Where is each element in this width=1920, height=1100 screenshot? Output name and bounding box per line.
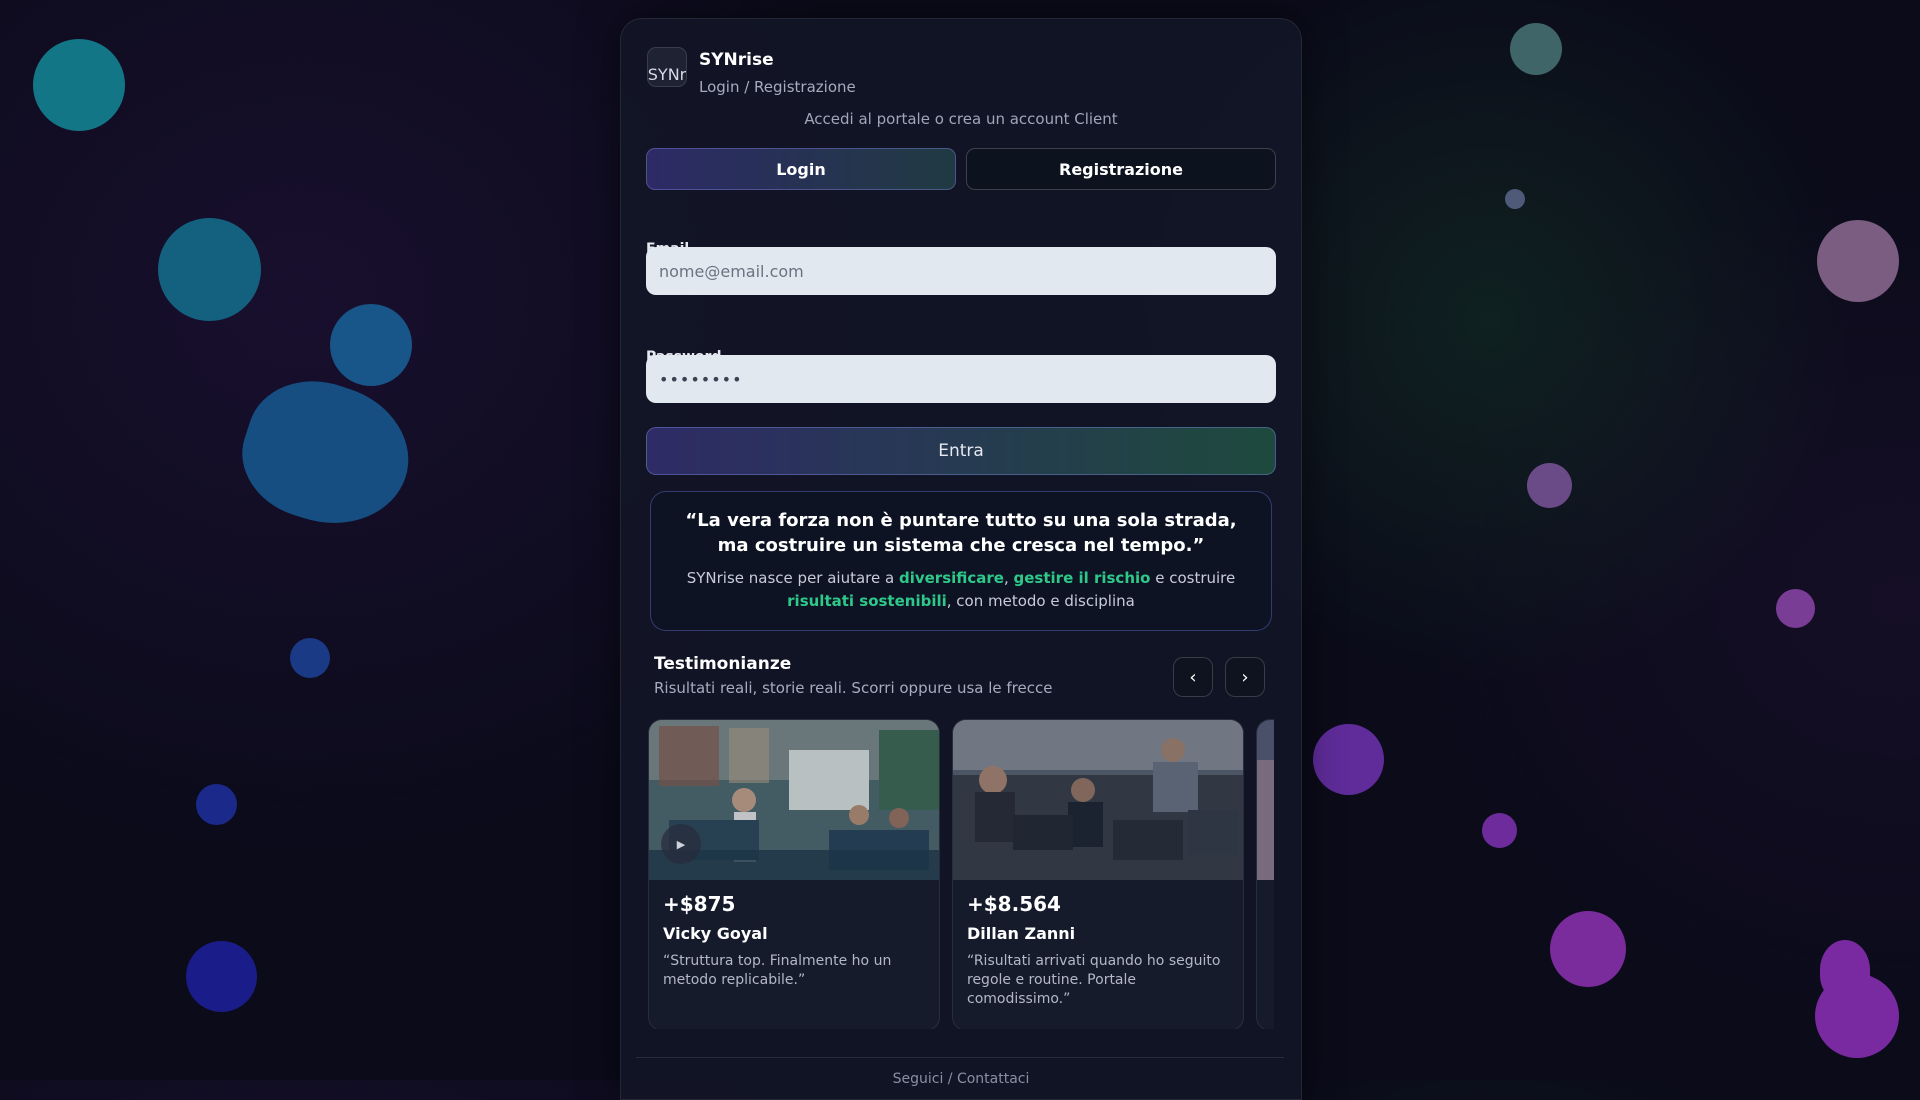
- decorative-blob: [1482, 813, 1517, 848]
- testimonial-image: [953, 720, 1243, 880]
- decorative-blob: [196, 784, 237, 825]
- quote-text: “La vera forza non è puntare tutto su un…: [685, 510, 1237, 556]
- testimonial-name: Vicky Goyal: [663, 924, 768, 943]
- email-field[interactable]: nome@email.com: [646, 247, 1276, 295]
- carousel-next-button[interactable]: ›: [1225, 657, 1265, 697]
- brand-subtitle: Login / Registrazione: [699, 78, 856, 96]
- email-placeholder: nome@email.com: [659, 261, 804, 281]
- footer-divider: [636, 1057, 1284, 1058]
- testimonial-amount: +$875: [663, 892, 736, 916]
- logo-alt-text: SYNr: [647, 65, 687, 84]
- quote-sep: ,: [1003, 569, 1014, 587]
- chevron-left-icon: ‹: [1189, 666, 1197, 688]
- decorative-blob: [330, 304, 412, 386]
- highlight-gestire-rischio: gestire il rischio: [1013, 569, 1151, 587]
- decorative-blob: [1820, 940, 1870, 1000]
- decorative-blob: [33, 39, 125, 131]
- testimonials-carousel[interactable]: ▶ +$875 Vicky Goyal “Struttura top. Fina…: [648, 719, 1274, 1029]
- testimonials-subtitle: Risultati reali, storie reali. Scorri op…: [654, 679, 1053, 697]
- brand-header: SYNr SYNrise Login / Registrazione: [647, 47, 856, 96]
- quote-body-prefix: SYNrise nasce per aiutare a: [686, 569, 899, 587]
- decorative-blob: [226, 362, 427, 545]
- testimonial-quote: “Struttura top. Finalmente ho un metodo …: [663, 953, 892, 988]
- play-icon[interactable]: ▶: [661, 824, 701, 864]
- mission-quote-card: “La vera forza non è puntare tutto su un…: [650, 491, 1272, 631]
- testimonial-card[interactable]: ▶ +$875 Vicky Goyal “Struttura top. Fina…: [648, 719, 940, 1029]
- testimonial-amount: +$8.564: [967, 892, 1061, 916]
- decorative-blob: [1510, 23, 1562, 75]
- highlight-risultati-sostenibili: risultati sostenibili: [787, 592, 947, 610]
- tab-login[interactable]: Login: [646, 148, 956, 190]
- testimonial-card[interactable]: +$8.564 Dillan Zanni “Risultati arrivati…: [952, 719, 1244, 1029]
- decorative-blob: [1313, 724, 1384, 795]
- password-value: ••••••••: [659, 369, 743, 389]
- testimonial-quote: “Risultati arrivati quando ho seguito re…: [967, 953, 1221, 1007]
- footer-links[interactable]: Seguici / Contattaci: [621, 1071, 1301, 1087]
- testimonial-video-thumbnail[interactable]: ▶: [649, 720, 939, 880]
- quote-body: SYNrise nasce per aiutare a diversificar…: [669, 567, 1253, 613]
- decorative-blob: [1505, 189, 1525, 209]
- decorative-blob: [1527, 463, 1572, 508]
- decorative-blob: [186, 941, 257, 1012]
- tab-registrazione[interactable]: Registrazione: [966, 148, 1276, 190]
- page-tagline: Accedi al portale o crea un account Clie…: [804, 110, 1118, 128]
- testimonials-title: Testimonianze: [654, 654, 792, 674]
- testimonial-card-partial[interactable]: [1256, 719, 1274, 1029]
- quote-sep: e costruire: [1150, 569, 1236, 587]
- brand-logo: SYNr: [647, 47, 687, 87]
- decorative-blob: [158, 218, 261, 321]
- highlight-diversificare: diversificare: [898, 569, 1004, 587]
- login-submit-button[interactable]: Entra: [646, 427, 1276, 475]
- testimonial-name: Dillan Zanni: [967, 924, 1076, 943]
- decorative-blob: [290, 638, 330, 678]
- password-field[interactable]: ••••••••: [646, 355, 1276, 403]
- chevron-right-icon: ›: [1241, 666, 1249, 688]
- testimonial-image: [1257, 720, 1274, 880]
- brand-name: SYNrise: [699, 50, 774, 70]
- quote-body-suffix: , con metodo e disciplina: [946, 592, 1135, 610]
- decorative-blob: [1550, 911, 1626, 987]
- decorative-blob: [1817, 220, 1899, 302]
- decorative-blob: [1776, 589, 1815, 628]
- auth-tabs: Login Registrazione: [646, 148, 1276, 190]
- carousel-prev-button[interactable]: ‹: [1173, 657, 1213, 697]
- auth-panel: SYNr SYNrise Login / Registrazione Acced…: [620, 18, 1302, 1100]
